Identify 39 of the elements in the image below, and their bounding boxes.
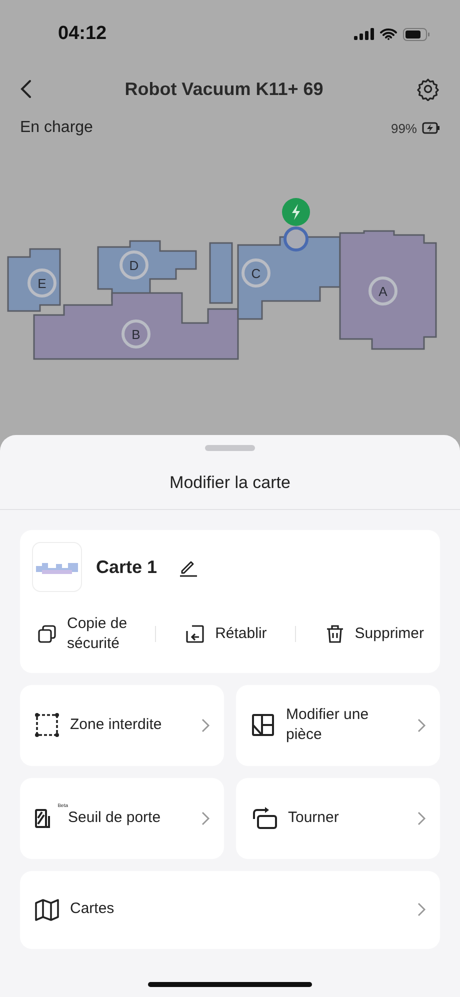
rotate-icon bbox=[250, 805, 278, 831]
battery-percent: 99% bbox=[390, 120, 417, 136]
restore-icon bbox=[184, 623, 206, 646]
chevron-icon bbox=[417, 902, 426, 917]
room-marker[interactable] bbox=[28, 268, 56, 298]
chevron-icon bbox=[417, 810, 426, 826]
chevron-icon bbox=[201, 718, 210, 732]
map-name: Carte 1 bbox=[96, 556, 158, 578]
settings-icon[interactable] bbox=[416, 77, 440, 101]
maps-row[interactable]: Cartes bbox=[20, 870, 440, 948]
map-icon bbox=[34, 898, 60, 922]
room-label: D bbox=[129, 258, 139, 273]
edit-option-tile[interactable]: Tourner bbox=[236, 778, 440, 858]
battery-icon bbox=[403, 28, 430, 40]
edit-option-tile[interactable]: Modifier une pièce bbox=[236, 684, 440, 766]
map-action-button[interactable]: Rétablir bbox=[180, 623, 271, 646]
charging-battery-icon bbox=[422, 122, 440, 134]
signal-icon bbox=[354, 28, 374, 40]
charging-status: En charge bbox=[20, 119, 93, 137]
room-layout-icon bbox=[250, 712, 276, 738]
copy-icon bbox=[36, 623, 58, 646]
map-thumbnail bbox=[32, 542, 82, 592]
room-label: B bbox=[132, 327, 140, 342]
map-action-button[interactable]: Supprimer bbox=[320, 623, 428, 646]
device-title: Robot Vacuum K11+ 69 bbox=[124, 78, 324, 100]
chevron-icon bbox=[201, 810, 210, 826]
wifi-icon bbox=[380, 28, 397, 40]
dotted-square-icon bbox=[34, 712, 60, 738]
charging-dock-icon bbox=[282, 198, 310, 252]
room-label: E bbox=[38, 276, 46, 291]
room-label: A bbox=[378, 284, 388, 299]
back-icon[interactable] bbox=[20, 79, 32, 99]
chevron-icon bbox=[417, 718, 426, 732]
sheet-handle[interactable] bbox=[205, 445, 255, 451]
status-time: 04:12 bbox=[58, 23, 107, 45]
room-label: C bbox=[251, 266, 261, 281]
map-action-button[interactable]: Copie de sécurité bbox=[32, 614, 132, 654]
sheet-title: Modifier la carte bbox=[170, 473, 290, 494]
edit-option-tile[interactable]: Zone interdite bbox=[20, 684, 224, 766]
